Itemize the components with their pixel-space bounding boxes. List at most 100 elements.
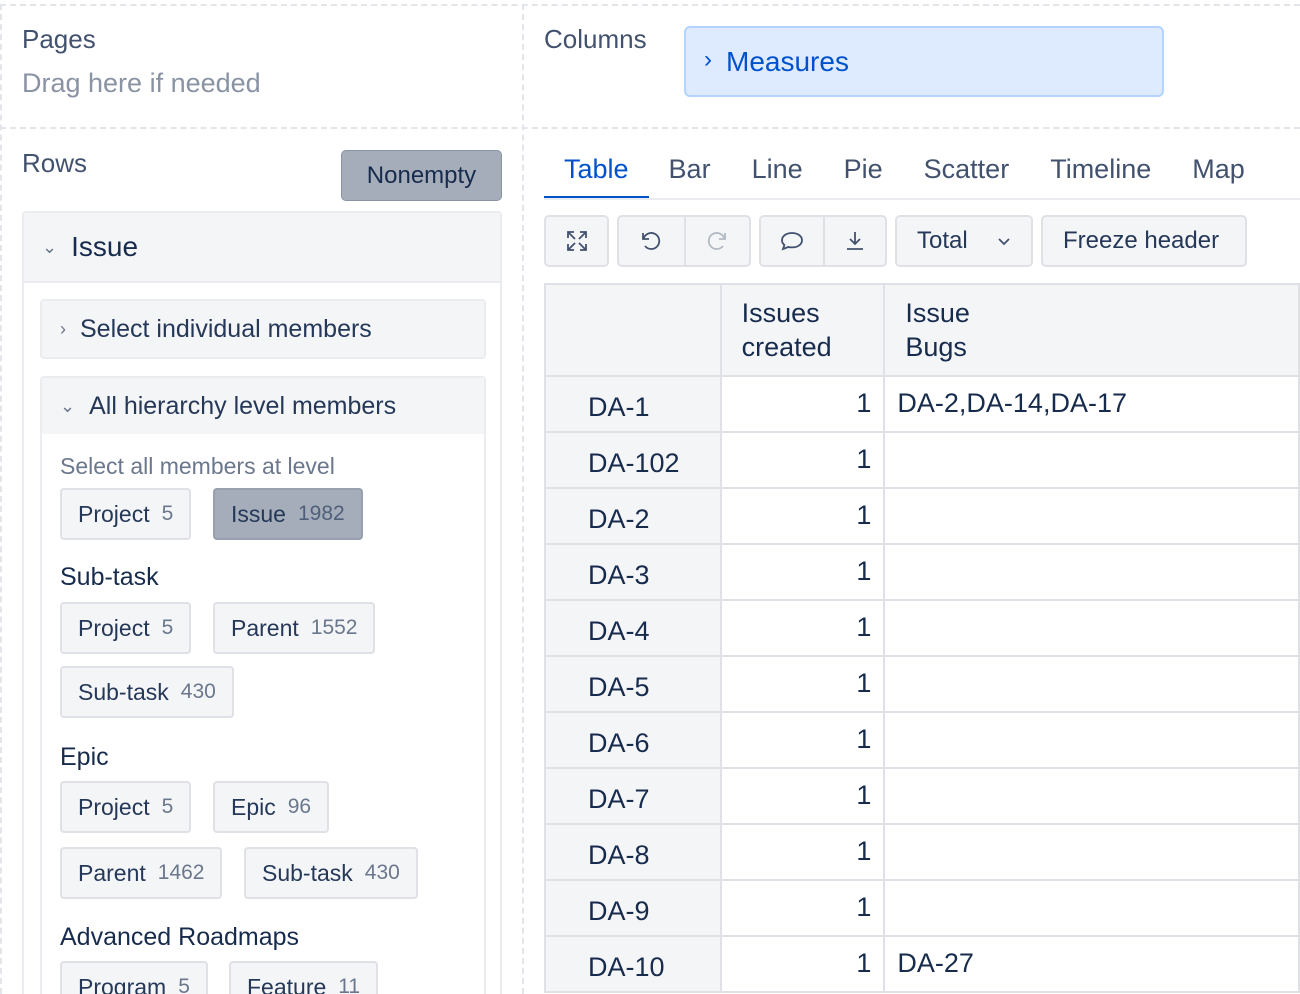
table-row: DA-10 1 DA-27 [544,935,1300,993]
epic-chip-parent[interactable]: Parent 1462 [60,847,223,899]
subtask-hierarchy-title: Sub-task [60,563,159,591]
table-row: DA-4 1 [544,599,1300,657]
total-dropdown[interactable]: Total [895,215,1033,267]
row-header-cell[interactable]: DA-5 [544,655,722,713]
subtask-chip-subtask[interactable]: Sub-task 430 [60,666,234,718]
issue-bugs-cell [883,543,1300,601]
comment-icon [781,232,803,251]
table-header-row: Issues created Issue Bugs [544,283,1300,377]
redo-button[interactable] [683,217,749,265]
tab-bar[interactable]: Bar [669,150,711,199]
table-row: DA-2 1 [544,487,1300,545]
freeze-header-button[interactable]: Freeze header [1041,215,1247,267]
row-header-cell[interactable]: DA-9 [544,879,722,937]
row-header-cell[interactable]: DA-3 [544,543,722,601]
columns-title: Columns [544,24,647,54]
issue-bugs-cell [883,487,1300,545]
row-header-cell[interactable]: DA-102 [544,431,722,489]
select-individual-label: Select individual members [80,314,372,343]
issues-created-cell: 1 [719,879,886,937]
select-all-hint: Select all members at level [60,453,335,479]
roadmaps-chip-feature[interactable]: Feature 11 [229,961,379,994]
all-levels-header[interactable]: ⌄ All hierarchy level members [42,378,484,434]
toolbar-group-history [617,215,751,267]
expand-icon [566,231,587,251]
chevron-down-icon: ⌄ [42,236,58,257]
row-header-cell[interactable]: DA-7 [544,767,722,825]
row-header-cell[interactable]: DA-1 [544,375,722,433]
row-header-cell[interactable]: DA-2 [544,487,722,545]
subtask-chip-project[interactable]: Project 5 [60,602,192,654]
download-button[interactable] [822,217,885,265]
freeze-header-label: Freeze header [1063,227,1220,254]
toolbar-group-expand [544,215,609,267]
column-header-issue-bugs[interactable]: Issue Bugs [883,283,1300,377]
table-row: DA-7 1 [544,767,1300,825]
chevron-down-icon: ⌄ [60,395,76,416]
nonempty-toggle-button[interactable]: Nonempty [341,150,502,201]
table-row: DA-1 1 DA-2,DA-14,DA-17 [544,375,1300,433]
redo-icon [708,232,727,250]
issue-bugs-cell [883,711,1300,769]
zone-divider-horizontal [0,127,1300,129]
level-chip-project[interactable]: Project 5 [60,488,192,540]
table-row: DA-8 1 [544,823,1300,881]
chevron-right-icon: › [704,45,712,73]
tab-line[interactable]: Line [752,150,803,199]
chevron-right-icon: › [60,318,66,339]
row-header-cell[interactable]: DA-4 [544,599,722,657]
select-individual-section[interactable]: › Select individual members [40,299,486,359]
epic-chip-epic[interactable]: Epic 96 [213,781,330,833]
issue-bugs-cell [883,431,1300,489]
issue-bugs-cell [883,767,1300,825]
roadmaps-chip-program[interactable]: Program 5 [60,961,208,994]
corner-header-cell [544,283,722,377]
column-header-issues-created[interactable]: Issues created [719,283,886,377]
table-row: DA-9 1 [544,879,1300,937]
row-header-cell[interactable]: DA-10 [544,935,722,993]
comment-button[interactable] [761,217,823,265]
measures-dimension-pill[interactable]: › Measures [684,26,1164,97]
row-header-cell[interactable]: DA-6 [544,711,722,769]
epic-chip-subtask[interactable]: Sub-task 430 [244,847,418,899]
tab-map[interactable]: Map [1192,150,1245,199]
subtask-chip-parent[interactable]: Parent 1552 [213,602,376,654]
issues-created-cell: 1 [719,431,886,489]
tab-pie[interactable]: Pie [844,150,883,199]
undo-icon [642,232,661,250]
chevron-down-icon [998,238,1010,246]
table-row: DA-102 1 [544,431,1300,489]
roadmaps-hierarchy-title: Advanced Roadmaps [60,923,300,951]
epic-chip-project[interactable]: Project 5 [60,781,192,833]
issue-bugs-cell: DA-2,DA-14,DA-17 [883,375,1300,433]
tab-table[interactable]: Table [544,150,649,199]
table-row: DA-3 1 [544,543,1300,601]
level-chip-issue[interactable]: Issue 1982 [213,488,363,540]
rows-title: Rows [22,148,88,178]
top-dashed-border [0,4,1300,6]
issues-created-cell: 1 [719,767,886,825]
issue-dimension-panel: ⌄ Issue › Select individual members ⌄ Al… [22,211,502,994]
undo-button[interactable] [619,217,684,265]
issue-bugs-cell [883,879,1300,937]
pages-title: Pages [22,24,96,54]
tab-timeline[interactable]: Timeline [1050,150,1151,199]
view-tabs: Table Bar Line Pie Scatter Timeline Map [544,150,1286,200]
issue-bugs-cell: DA-27 [883,935,1300,993]
issues-created-cell: 1 [719,599,886,657]
issues-created-cell: 1 [719,823,886,881]
issues-created-cell: 1 [719,655,886,713]
pages-drop-hint[interactable]: Drag here if needed [22,68,261,99]
issue-dimension-title: Issue [71,231,139,262]
table-row: DA-6 1 [544,711,1300,769]
issues-created-cell: 1 [719,711,886,769]
left-dashed-border [0,4,2,994]
issue-bugs-cell [883,599,1300,657]
issue-bugs-cell [883,655,1300,713]
expand-button[interactable] [546,217,607,265]
total-label: Total [917,227,968,254]
row-header-cell[interactable]: DA-8 [544,823,722,881]
measures-label: Measures [726,45,849,77]
issue-dimension-header[interactable]: ⌄ Issue [24,213,500,283]
tab-scatter[interactable]: Scatter [924,150,1010,199]
